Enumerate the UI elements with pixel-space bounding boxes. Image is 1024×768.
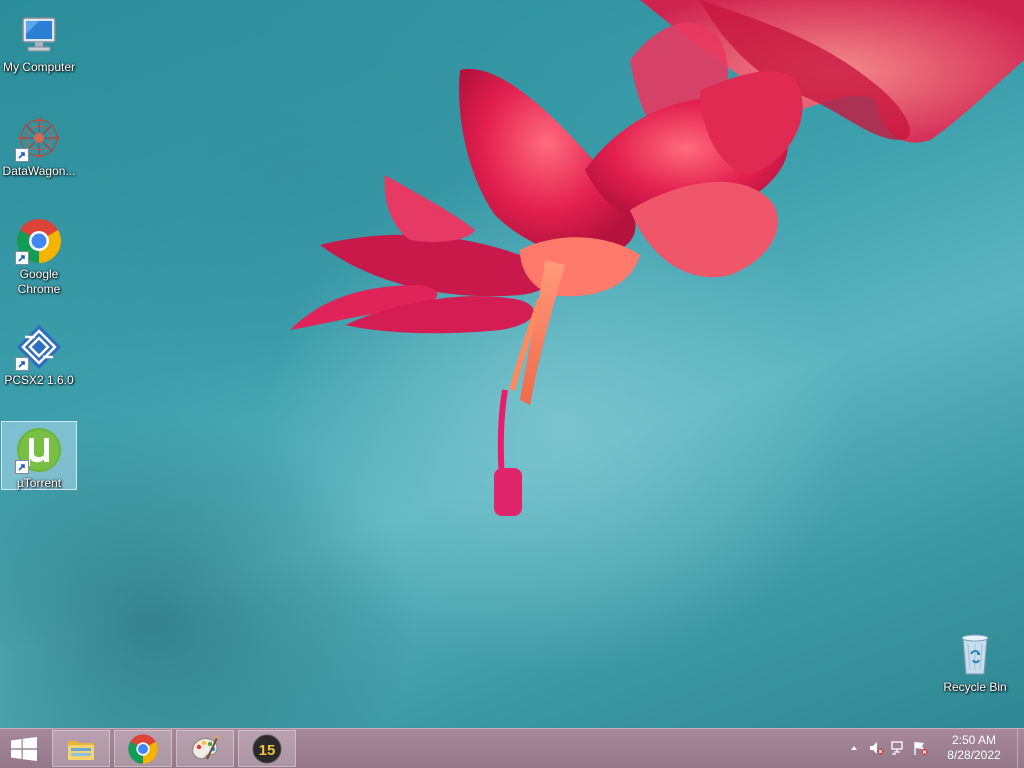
clock-time: 2:50 AM <box>951 733 997 747</box>
shortcut-arrow-icon <box>15 251 29 265</box>
windows-logo-icon <box>11 736 37 761</box>
system-tray: 2:50 AM 8/28/2022 <box>844 729 1024 768</box>
desktop-icon-label: Recycle Bin <box>943 680 1007 694</box>
desktop-icon-utorrent[interactable]: µTorrent <box>1 421 77 490</box>
chrome-icon <box>15 217 63 265</box>
app-15-badge-text: 15 <box>259 742 276 759</box>
show-hidden-icons-chevron[interactable] <box>846 740 862 756</box>
desktop[interactable]: My Computer DataWagon... Google Chrome P… <box>0 0 1024 728</box>
action-center-flag-icon[interactable] <box>912 740 928 756</box>
datawagon-icon <box>15 114 63 162</box>
file-explorer-icon <box>68 740 94 760</box>
desktop-icon-label: µTorrent <box>16 476 62 490</box>
computer-icon <box>15 10 63 58</box>
recycle-bin-icon <box>951 630 999 678</box>
pcsx2-icon <box>15 323 63 371</box>
network-disconnected-icon[interactable] <box>890 740 906 756</box>
volume-muted-icon[interactable] <box>868 740 884 756</box>
desktop-icon-label: DataWagon... <box>2 164 76 178</box>
taskbar-file-explorer[interactable] <box>52 730 110 767</box>
clock-date: 8/28/2022 <box>947 748 1001 762</box>
shortcut-arrow-icon <box>15 148 29 162</box>
desktop-icon-my-computer[interactable]: My Computer <box>1 6 77 75</box>
desktop-icon-label: My Computer <box>2 60 76 74</box>
desktop-icon-label: PCSX2 1.6.0 <box>4 373 74 387</box>
desktop-icon-label: Google Chrome <box>17 267 61 296</box>
taskbar: 15 2:50 AM 8/28/2022 <box>0 728 1024 768</box>
app-15-icon: 15 <box>252 734 282 763</box>
shortcut-arrow-icon <box>15 460 29 474</box>
taskbar-chrome[interactable] <box>114 730 172 767</box>
desktop-icon-recycle-bin[interactable]: Recycle Bin <box>937 626 1013 695</box>
start-button[interactable] <box>0 729 48 768</box>
desktop-icon-pcsx2[interactable]: PCSX2 1.6.0 <box>1 319 77 388</box>
shortcut-arrow-icon <box>15 357 29 371</box>
chrome-icon <box>128 733 158 764</box>
taskbar-app-15[interactable]: 15 <box>238 730 296 767</box>
utorrent-icon <box>15 426 63 474</box>
desktop-icon-google-chrome[interactable]: Google Chrome <box>1 213 77 297</box>
paint-icon <box>192 734 219 759</box>
show-desktop-button[interactable] <box>1017 729 1024 768</box>
desktop-icon-datawagon[interactable]: DataWagon... <box>1 110 77 179</box>
taskbar-paint[interactable] <box>176 730 234 767</box>
taskbar-clock[interactable]: 2:50 AM 8/28/2022 <box>938 733 1010 763</box>
wallpaper-flower <box>290 0 1024 516</box>
